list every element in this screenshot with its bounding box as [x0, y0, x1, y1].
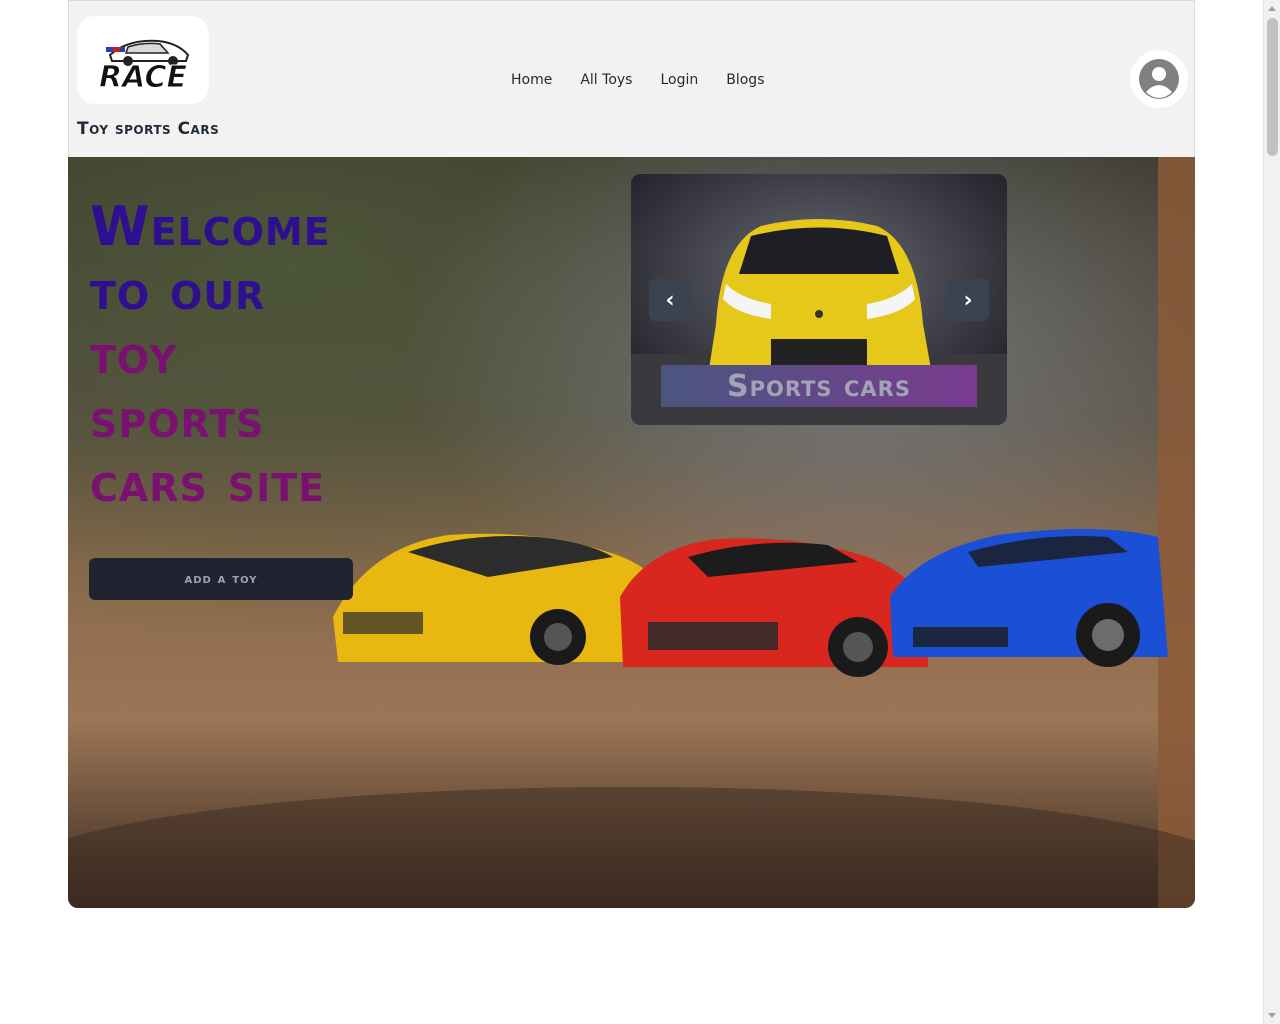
- hero-heading-line: cars site: [90, 451, 326, 514]
- site-title: Toy sports Cars: [77, 119, 220, 139]
- site-logo[interactable]: RACE: [77, 16, 209, 104]
- hero-banner: Welcome to our toy sports cars site add …: [68, 157, 1195, 908]
- user-avatar-icon: [1139, 59, 1179, 99]
- nav-home[interactable]: Home: [503, 70, 560, 90]
- carousel-caption: Sports cars: [661, 365, 977, 407]
- add-toy-button[interactable]: add a toy: [89, 558, 353, 600]
- hero-heading-line: to our: [90, 259, 266, 322]
- nav-all-toys[interactable]: All Toys: [572, 70, 640, 90]
- logo-text: RACE: [99, 60, 187, 95]
- main-nav: Home All Toys Login Blogs: [503, 70, 785, 90]
- scroll-down-icon[interactable]: [1268, 1013, 1276, 1018]
- carousel-prev-button[interactable]: ‹: [649, 279, 691, 321]
- nav-login[interactable]: Login: [652, 70, 706, 90]
- hero-heading: Welcome to our toy sports cars site: [90, 195, 470, 515]
- image-carousel: ‹ › Sports cars: [631, 174, 1007, 425]
- scrollbar-thumb[interactable]: [1267, 18, 1278, 156]
- hero-heading-line: toy: [90, 323, 178, 386]
- carousel-next-button[interactable]: ›: [947, 279, 989, 321]
- hero-heading-line: Welcome: [90, 195, 331, 258]
- navbar: RACE Toy sports Cars Home All Toys Login…: [68, 0, 1195, 157]
- nav-blogs[interactable]: Blogs: [718, 70, 772, 90]
- user-avatar[interactable]: [1130, 50, 1188, 108]
- hero-heading-line: sports: [90, 387, 265, 450]
- race-logo-icon: RACE: [99, 39, 190, 95]
- scroll-up-icon[interactable]: [1268, 6, 1276, 11]
- page-scrollbar[interactable]: [1263, 0, 1280, 1024]
